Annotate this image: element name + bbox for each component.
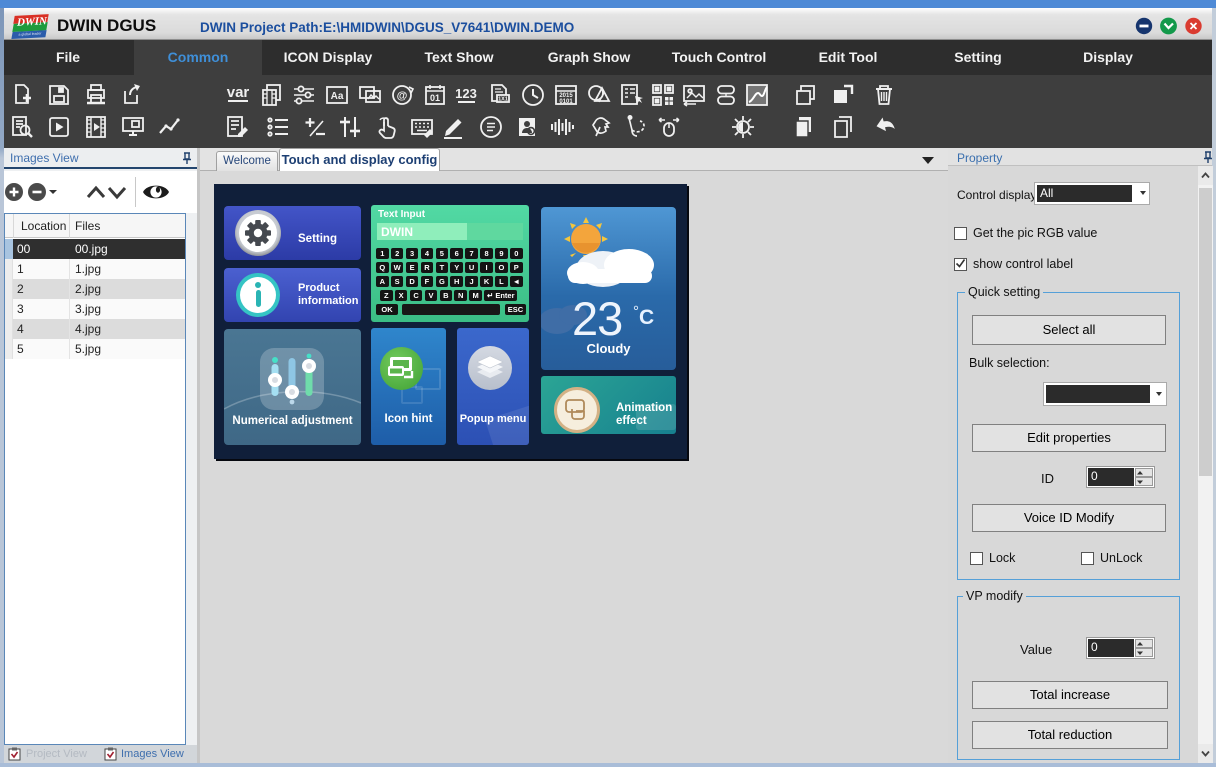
svg-text:123: 123 [455,86,477,101]
svg-text:Aa: Aa [331,91,344,102]
svg-text:@: @ [397,90,408,102]
svg-text:0101: 0101 [559,99,573,105]
svg-text:1X1: 1X1 [498,97,508,103]
svg-text:01: 01 [430,93,440,103]
svg-text:var: var [227,84,250,101]
